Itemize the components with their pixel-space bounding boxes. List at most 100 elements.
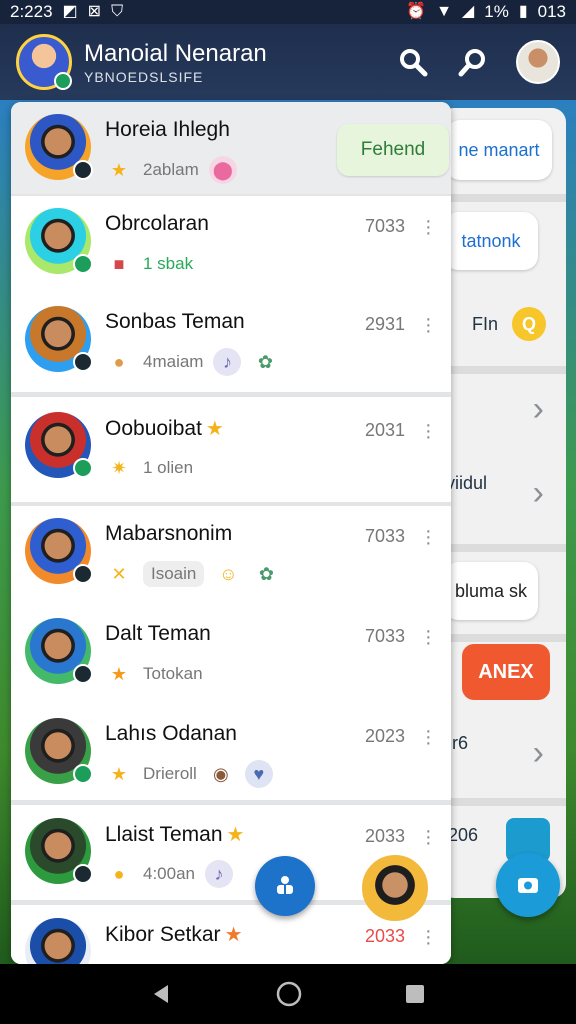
search-badge-icon: Q: [512, 307, 547, 341]
chat-row[interactable]: Sonbas Teman 2931 · · · ● 4maiam ♪ ✿: [11, 294, 451, 386]
message-time: 2931: [364, 314, 405, 334]
app-bar: Manoial Nenaran YBNOEDSLSIFE: [0, 24, 576, 100]
contact-name: Horeia Ihlegh: [105, 118, 230, 142]
music-icon: ♪: [213, 348, 242, 376]
friend-bubble[interactable]: Fehend: [337, 124, 449, 176]
home-icon[interactable]: [275, 980, 303, 1008]
contact-avatar[interactable]: [25, 518, 93, 584]
bg-row-fin-label: FIn: [472, 313, 499, 334]
message-time: 2033: [364, 926, 405, 946]
star-icon: ★: [226, 824, 245, 846]
more-options-icon[interactable]: · · ·: [425, 821, 432, 853]
app-title: Manoial Nenaran: [84, 39, 267, 67]
contact-avatar[interactable]: [25, 306, 93, 372]
online-status-dot: [73, 458, 93, 478]
contact-avatar[interactable]: [25, 412, 93, 478]
contact-name: Sonbas Teman: [105, 310, 245, 334]
gift-icon: ■: [113, 253, 125, 274]
online-status-dot: [73, 254, 93, 274]
more-options-icon[interactable]: · · ·: [425, 721, 432, 753]
message-time: 2023: [364, 726, 405, 746]
more-options-icon[interactable]: · · ·: [425, 309, 432, 341]
bg-row-ir6-label: ir6: [448, 732, 469, 753]
more-options-icon[interactable]: · · ·: [425, 415, 432, 447]
divider: [440, 366, 566, 374]
online-status-dot: [73, 764, 93, 784]
back-icon[interactable]: [150, 982, 174, 1006]
chat-row[interactable]: Obrcolaran 7033 · · · ■ 1 sbak: [11, 196, 451, 288]
bg-row-fin[interactable]: FIn Q: [440, 306, 566, 342]
flower-icon: ✿: [257, 351, 274, 372]
contact-name-text: Mabarsnonim: [105, 522, 233, 545]
profile-avatar[interactable]: [516, 40, 560, 84]
smile-icon: ●: [113, 863, 125, 884]
message-preview: ✕ Isoain ☺ ✿: [105, 560, 280, 588]
preview-text: Drieroll: [143, 764, 197, 783]
chat-row[interactable]: Dalt Teman 7033 · · · ★ Totokan: [11, 606, 451, 698]
camera-icon: [518, 878, 538, 893]
chat-row[interactable]: Horeia Ihlegh ★ 2ablam ⬤ Fehend: [11, 102, 451, 194]
chevron-right-icon[interactable]: ›: [533, 390, 544, 429]
message-preview: ★ 2ablam ⬤: [105, 156, 237, 184]
bg-row-vidul: viidul: [440, 468, 566, 498]
chat-row[interactable]: Lahıs Odanan 2023 · · · ★ Drieroll ◉ ♥: [11, 706, 451, 798]
heart-icon: ♥: [244, 760, 273, 788]
chevron-right-icon[interactable]: ›: [533, 734, 544, 773]
chat-row[interactable]: Mabarsnonim 7033 · · · ✕ Isoain ☺ ✿: [11, 506, 451, 598]
message-time: 2031: [364, 420, 405, 440]
face-icon: ◉: [212, 763, 229, 784]
recents-icon[interactable]: [404, 983, 426, 1005]
bg-pill-2[interactable]: tatnonk: [444, 212, 538, 270]
more-options-icon[interactable]: · · ·: [425, 621, 432, 653]
list-divider: [11, 392, 451, 397]
more-options-icon[interactable]: · · ·: [425, 211, 432, 243]
app-avatar[interactable]: [16, 34, 72, 90]
chat-row[interactable]: Oobuoibat ★ 2031 · · · ✷ 1 olien: [11, 400, 451, 492]
contact-name: Lahıs Odanan: [105, 722, 237, 746]
bg-row-ir6: ir6: [440, 728, 566, 758]
app-subtitle: YBNOEDSLSIFE: [84, 68, 204, 85]
preview-text: 4:00an: [143, 864, 195, 883]
search-button[interactable]: [396, 45, 430, 79]
status-right-text: 013: [537, 2, 566, 21]
alarm-icon: ⏰: [406, 3, 427, 20]
contact-avatar[interactable]: [25, 818, 93, 884]
message-preview: ■ 1 sbak: [105, 250, 194, 278]
anex-button[interactable]: ANEX: [462, 644, 550, 700]
chat-list: Horeia Ihlegh ★ 2ablam ⬤ Fehend Obrcolaran 703…: [11, 102, 451, 964]
more-options-icon[interactable]: · · ·: [425, 521, 432, 553]
contact-name-text: Horeia Ihlegh: [105, 118, 230, 141]
contact-avatar[interactable]: [25, 918, 91, 964]
contact-avatar[interactable]: [25, 718, 93, 784]
preview-text: 1 sbak: [143, 254, 194, 273]
contact-avatar[interactable]: [25, 114, 93, 180]
online-status-dot: [73, 160, 93, 180]
status-time: 2:223: [10, 2, 53, 21]
divider: [440, 798, 566, 806]
contact-avatar[interactable]: [25, 618, 93, 684]
background-panel: ne manart tatnonk FIn Q › viidul › bluma…: [440, 108, 566, 898]
contact-name: Obrcolaran: [105, 212, 209, 236]
search-alt-button[interactable]: [456, 45, 490, 79]
contact-name: Dalt Teman: [105, 622, 211, 646]
message-time: 7033: [364, 626, 405, 646]
chevron-right-icon[interactable]: ›: [533, 474, 544, 513]
sparkle-icon: ✷: [111, 457, 127, 478]
notification-icon: ◩: [62, 3, 78, 20]
more-options-icon[interactable]: · · ·: [425, 921, 432, 953]
preview-text: Isoain: [143, 561, 205, 587]
contact-name: Mabarsnonim: [105, 522, 232, 546]
camera-button[interactable]: [496, 853, 560, 917]
battery-icon: ▮: [518, 3, 528, 20]
new-chat-button[interactable]: [255, 856, 315, 916]
contact-avatar-fab[interactable]: [362, 855, 428, 921]
preview-text: 4maiam: [143, 352, 204, 371]
divider: [440, 194, 566, 202]
bg-pill-1[interactable]: ne manart: [446, 120, 552, 180]
bg-pill-3[interactable]: bluma sk: [444, 562, 538, 620]
person-emoji-icon: ☺: [219, 563, 238, 584]
message-time: 2033: [364, 826, 405, 846]
message-time: 7033: [364, 526, 405, 546]
status-dot: [54, 72, 72, 90]
contact-avatar[interactable]: [25, 208, 93, 274]
